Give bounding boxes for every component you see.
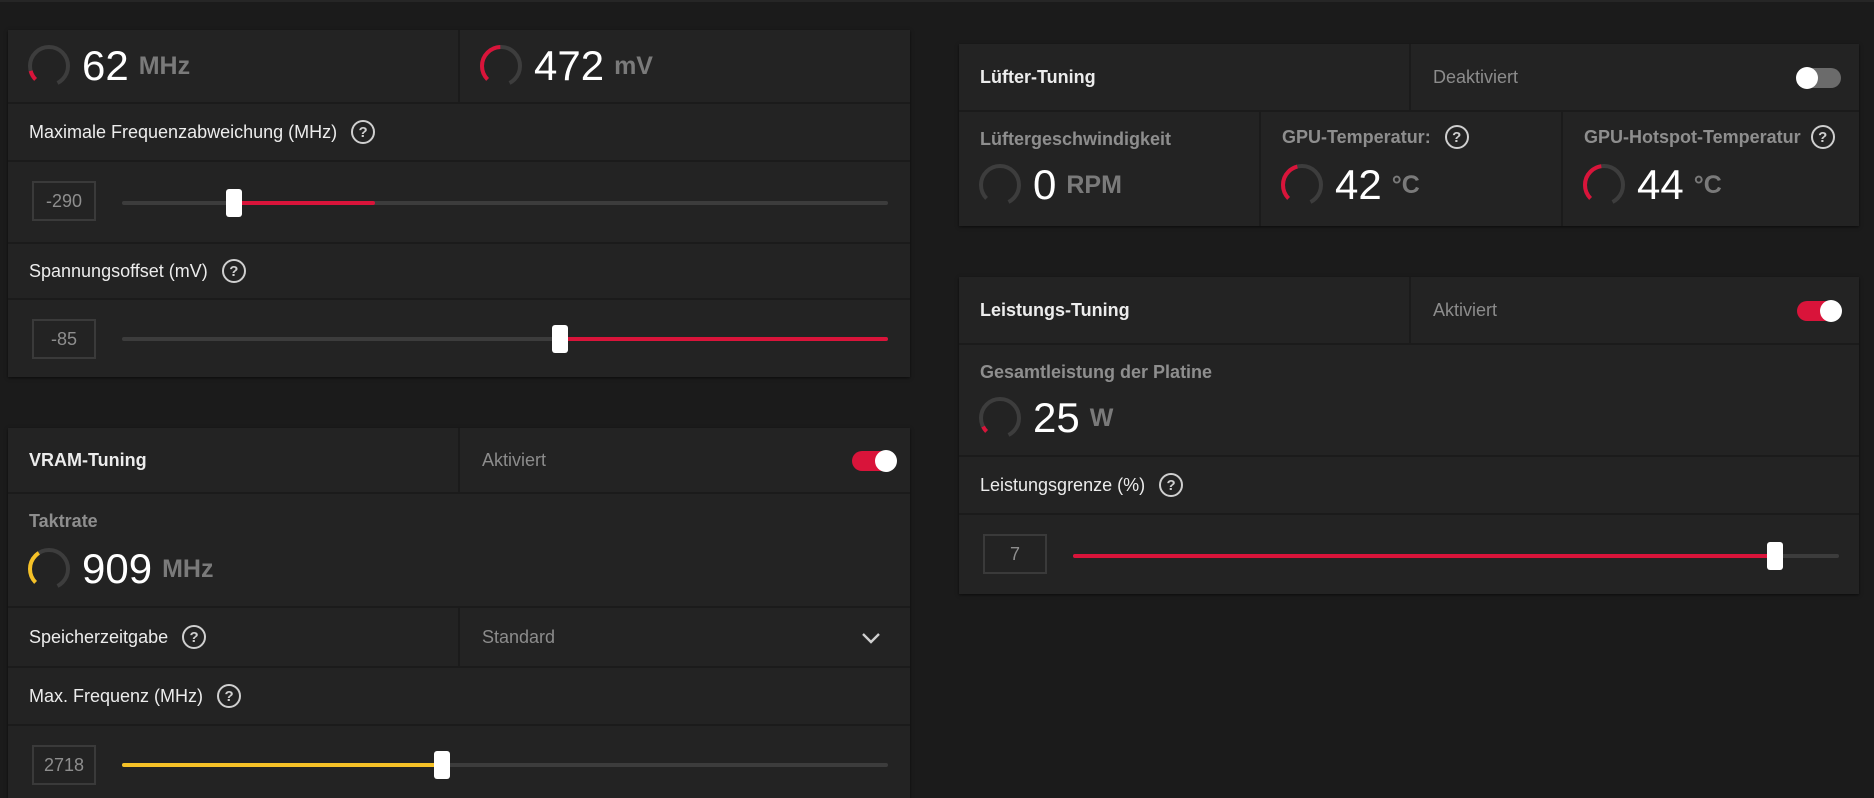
max-freq-offset-header: Maximale Frequenzabweichung (MHz) ?	[8, 104, 910, 162]
slider-thumb[interactable]	[1767, 542, 1783, 570]
slider-thumb[interactable]	[226, 189, 242, 217]
toggle-knob	[1820, 300, 1842, 322]
gpu-hotspot-title: GPU-Hotspot-Temperatur	[1584, 126, 1801, 147]
vram-clock-value: 909	[82, 545, 153, 592]
help-icon[interactable]: ?	[1159, 473, 1184, 497]
fan-speed-unit: RPM	[1066, 170, 1122, 199]
vram-header: VRAM-Tuning Aktiviert	[8, 428, 910, 494]
gpu-temp-unit: °C	[1391, 170, 1420, 199]
slider-fill	[234, 201, 375, 205]
power-header: Leistungs-Tuning Aktiviert	[959, 277, 1859, 345]
vram-max-freq-slider[interactable]	[122, 751, 888, 779]
gauge-icon	[1583, 164, 1625, 206]
gpu-clock-value: 62	[82, 42, 129, 89]
voltage-offset-header: Spannungsoffset (mV) ?	[8, 244, 910, 300]
memory-timing-row: Speicherzeitgabe ? Standard	[8, 608, 910, 668]
gpu-hotspot-unit: °C	[1693, 170, 1722, 199]
vram-max-freq-input[interactable]: 2718	[32, 745, 96, 785]
help-icon[interactable]: ?	[221, 259, 246, 283]
vram-max-freq-label: Max. Frequenz (MHz)	[29, 685, 204, 706]
power-limit-slider-row: 7	[959, 515, 1859, 594]
gauge-icon	[28, 45, 70, 87]
voltage-offset-label: Spannungsoffset (mV)	[29, 260, 208, 281]
gpu-clock-metric: 62 MHz	[8, 30, 458, 102]
fan-status: Deaktiviert	[1433, 66, 1519, 87]
gauge-icon	[480, 45, 522, 87]
power-limit-input[interactable]: 7	[983, 534, 1047, 574]
gauge-icon	[979, 397, 1021, 439]
max-freq-offset-slider[interactable]	[122, 189, 888, 217]
fan-header: Lüfter-Tuning Deaktiviert	[959, 44, 1859, 112]
slider-fill	[560, 337, 888, 341]
max-freq-offset-label: Maximale Frequenzabweichung (MHz)	[29, 121, 338, 142]
board-power-value: 25	[1033, 394, 1080, 441]
fan-toggle[interactable]	[1796, 67, 1841, 89]
board-power-metric: 25 W	[977, 395, 1113, 441]
gpu-tuning-card: 62 MHz 472 mV Maximale Frequenzabweichun…	[8, 30, 910, 377]
fan-speed-metric: Lüftergeschwindigkeit 0 RPM	[959, 112, 1259, 226]
chevron-down-icon	[862, 633, 880, 644]
gpu-hotspot-metric: GPU-Hotspot-Temperatur ? 44 °C	[1561, 112, 1859, 226]
top-divider	[0, 0, 1874, 2]
gauge-icon	[28, 548, 70, 590]
fan-title: Lüfter-Tuning	[980, 66, 1096, 87]
gpu-metrics-row: 62 MHz 472 mV	[8, 30, 910, 104]
gpu-hotspot-value: 44	[1637, 161, 1684, 208]
slider-fill	[1073, 554, 1775, 558]
memory-timing-value: Standard	[482, 626, 556, 647]
help-icon[interactable]: ?	[1444, 125, 1469, 149]
vram-clock-row: Taktrate 909 MHz	[8, 494, 910, 608]
voltage-offset-slider-row: -85	[8, 300, 910, 377]
help-icon[interactable]: ?	[217, 684, 242, 708]
vram-status: Aktiviert	[482, 449, 547, 470]
memory-timing-label: Speicherzeitgabe	[29, 626, 169, 647]
fan-speed-title: Lüftergeschwindigkeit	[980, 129, 1172, 149]
gpu-voltage-value: 472	[534, 42, 605, 89]
vram-max-freq-slider-row: 2718	[8, 726, 910, 798]
voltage-offset-slider[interactable]	[122, 325, 888, 353]
vram-tuning-card: VRAM-Tuning Aktiviert Taktrate 909 MHz S…	[8, 428, 910, 798]
gauge-icon	[1281, 164, 1323, 206]
gpu-clock-unit: MHz	[138, 51, 191, 80]
vram-clock-title: Taktrate	[29, 511, 98, 531]
gpu-voltage-metric: 472 mV	[458, 30, 910, 102]
power-toggle[interactable]	[1797, 300, 1842, 322]
power-tuning-card: Leistungs-Tuning Aktiviert Gesamtleistun…	[959, 277, 1859, 594]
max-freq-offset-input[interactable]: -290	[32, 181, 96, 221]
toggle-knob	[1796, 67, 1818, 89]
max-freq-offset-slider-row: -290	[8, 162, 910, 244]
help-icon[interactable]: ?	[1810, 125, 1835, 149]
voltage-offset-input[interactable]: -85	[32, 319, 96, 359]
slider-fill	[122, 763, 442, 767]
power-limit-header: Leistungsgrenze (%) ?	[959, 457, 1859, 515]
vram-clock-metric: 909 MHz	[26, 546, 213, 592]
fan-tuning-card: Lüfter-Tuning Deaktiviert Lüftergeschwin…	[959, 44, 1859, 226]
board-power-row: Gesamtleistung der Platine 25 W	[959, 345, 1859, 457]
gpu-temp-title: GPU-Temperatur:	[1282, 126, 1431, 147]
gpu-temp-metric: GPU-Temperatur: ? 42 °C	[1259, 112, 1561, 226]
power-limit-label: Leistungsgrenze (%)	[980, 474, 1146, 495]
help-icon[interactable]: ?	[351, 120, 376, 144]
fan-metrics-row: Lüftergeschwindigkeit 0 RPM GPU-Temperat…	[959, 112, 1859, 226]
gpu-temp-value: 42	[1335, 161, 1382, 208]
help-icon[interactable]: ?	[182, 625, 207, 649]
toggle-knob	[875, 450, 897, 472]
vram-clock-unit: MHz	[162, 554, 214, 583]
power-limit-slider[interactable]	[1073, 542, 1839, 570]
gauge-icon	[979, 164, 1021, 206]
memory-timing-dropdown[interactable]: Standard	[458, 608, 910, 666]
vram-title: VRAM-Tuning	[29, 449, 147, 470]
power-title: Leistungs-Tuning	[980, 299, 1130, 320]
gpu-voltage-unit: mV	[614, 51, 653, 80]
slider-thumb[interactable]	[434, 751, 450, 779]
slider-thumb[interactable]	[552, 325, 568, 353]
fan-speed-value: 0	[1033, 161, 1057, 208]
vram-toggle[interactable]	[852, 450, 897, 472]
power-status: Aktiviert	[1433, 299, 1498, 320]
board-power-title: Gesamtleistung der Platine	[980, 362, 1213, 382]
board-power-unit: W	[1089, 403, 1114, 432]
vram-max-freq-header: Max. Frequenz (MHz) ?	[8, 668, 910, 726]
